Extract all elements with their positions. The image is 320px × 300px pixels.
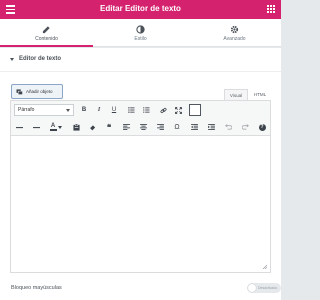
widgets-grid-icon[interactable] xyxy=(267,5,275,13)
toggle-knob xyxy=(248,284,256,292)
redo-icon[interactable] xyxy=(239,121,251,133)
media-icon xyxy=(16,88,23,95)
section-toggle[interactable]: Editor de texto xyxy=(0,48,281,72)
tab-advanced-label: Avanzado xyxy=(223,36,246,42)
panel-header: Editar Editor de texto xyxy=(0,0,281,19)
undo-icon[interactable] xyxy=(222,121,234,133)
bullet-list-icon[interactable] xyxy=(125,104,137,116)
fullscreen-icon[interactable] xyxy=(172,104,184,116)
align-left-icon[interactable] xyxy=(120,121,132,133)
link-icon[interactable] xyxy=(157,104,169,116)
format-select-value: Párrafo xyxy=(18,107,35,113)
panel-tabs: Contenido Estilo Avanzado xyxy=(0,19,281,47)
tab-content[interactable]: Contenido xyxy=(0,19,93,47)
editor-content-area[interactable] xyxy=(10,136,271,273)
tab-style-label: Estilo xyxy=(134,36,147,42)
toggle-state-text: Desactivado xyxy=(258,285,278,290)
text-color-dropdown-icon[interactable] xyxy=(57,121,63,133)
strikethrough-icon[interactable] xyxy=(30,121,42,133)
add-media-button[interactable]: Añadir objeto xyxy=(11,84,63,99)
visual-tab[interactable]: Visual xyxy=(224,89,248,100)
editor-toolbar: Párrafo B I U A ❝ Ω ? xyxy=(10,100,271,136)
format-select[interactable]: Párrafo xyxy=(14,104,74,116)
caps-lock-toggle[interactable]: Desactivado xyxy=(247,283,281,293)
help-glyph: ? xyxy=(258,123,266,131)
italic-icon[interactable]: I xyxy=(93,104,105,116)
half-circle-icon xyxy=(94,25,187,34)
caps-lock-label: Bloqueo mayúsculas xyxy=(11,285,62,291)
resize-handle-icon[interactable] xyxy=(262,264,267,269)
tab-style[interactable]: Estilo xyxy=(94,19,187,47)
tab-advanced[interactable]: Avanzado xyxy=(188,19,281,47)
align-center-icon[interactable] xyxy=(137,121,149,133)
caps-lock-control: Bloqueo mayúsculas Desactivado xyxy=(0,280,281,300)
align-right-icon[interactable] xyxy=(154,121,166,133)
gear-icon xyxy=(188,25,281,34)
outdent-icon[interactable] xyxy=(188,121,200,133)
blockquote-icon[interactable]: ❝ xyxy=(103,121,115,133)
panel-title: Editar Editor de texto xyxy=(100,4,181,13)
tab-content-label: Contenido xyxy=(35,36,58,42)
underline-icon[interactable]: U xyxy=(108,104,120,116)
paste-text-icon[interactable] xyxy=(70,121,82,133)
clear-formatting-icon[interactable] xyxy=(86,121,98,133)
chevron-down-icon xyxy=(66,109,70,112)
bold-icon[interactable]: B xyxy=(78,104,90,116)
pencil-icon xyxy=(0,25,93,34)
section-title: Editor de texto xyxy=(19,56,62,62)
horizontal-rule-icon[interactable] xyxy=(13,121,25,133)
numbered-list-icon[interactable] xyxy=(140,104,152,116)
help-icon[interactable]: ? xyxy=(256,121,268,133)
html-tab[interactable]: HTML xyxy=(248,89,272,100)
special-character-icon[interactable]: Ω xyxy=(171,121,183,133)
add-media-label: Añadir objeto xyxy=(26,89,53,94)
toolbar-toggle-icon[interactable] xyxy=(189,104,201,116)
caret-down-icon xyxy=(10,58,14,61)
indent-icon[interactable] xyxy=(205,121,217,133)
